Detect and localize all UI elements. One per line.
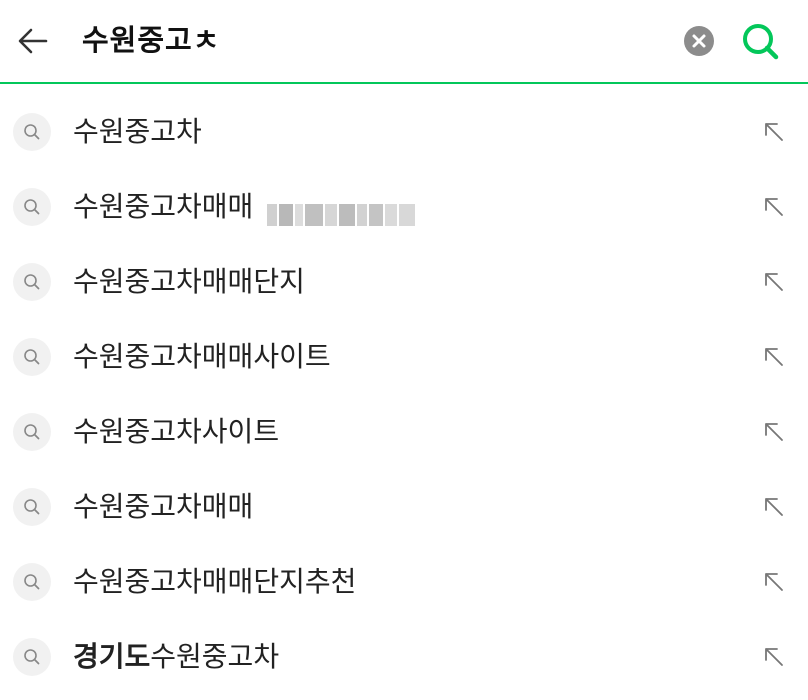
suggestion-item[interactable]: 수원중고차사이트 xyxy=(0,396,808,471)
search-header: 수원중고ㅊ xyxy=(0,0,808,84)
search-icon xyxy=(13,263,51,301)
search-icon xyxy=(13,188,51,226)
search-button[interactable] xyxy=(740,20,782,62)
search-icon xyxy=(13,563,51,601)
search-icon xyxy=(743,24,779,60)
search-icon xyxy=(13,413,51,451)
suggestion-item[interactable]: 수원중고차매매단지추천 xyxy=(0,546,808,621)
search-icon xyxy=(13,488,51,526)
suggestion-item[interactable]: 경기도수원중고차 xyxy=(0,621,808,696)
blurred-text xyxy=(267,192,427,226)
search-icon xyxy=(13,113,51,151)
search-icon xyxy=(13,338,51,376)
suggestion-list: 수원중고차 수원중고차매매 수원중고차매매단지 수원중고차매매사이트 수원중고차… xyxy=(0,96,808,696)
suggestion-item[interactable]: 수원중고차매매 xyxy=(0,171,808,246)
arrow-up-left-icon[interactable] xyxy=(760,418,788,446)
clear-button[interactable] xyxy=(684,26,714,56)
suggestion-label: 수원중고차매매단지추천 xyxy=(73,565,357,598)
arrow-up-left-icon[interactable] xyxy=(760,118,788,146)
suggestion-label: 경기도수원중고차 xyxy=(73,640,280,673)
arrow-up-left-icon[interactable] xyxy=(760,343,788,371)
arrow-up-left-icon[interactable] xyxy=(760,643,788,671)
suggestion-label: 수원중고차매매 xyxy=(73,490,254,523)
suggestion-label: 수원중고차사이트 xyxy=(73,415,280,448)
search-input[interactable]: 수원중고ㅊ xyxy=(82,16,220,64)
suggestion-label: 수원중고차 xyxy=(73,115,202,148)
suggestion-item[interactable]: 수원중고차매매단지 xyxy=(0,246,808,321)
search-icon xyxy=(13,638,51,676)
suggestion-item[interactable]: 수원중고차매매 xyxy=(0,471,808,546)
arrow-left-icon xyxy=(18,28,48,54)
suggestion-item[interactable]: 수원중고차매매사이트 xyxy=(0,321,808,396)
clear-circle-icon xyxy=(692,34,706,48)
arrow-up-left-icon[interactable] xyxy=(760,568,788,596)
arrow-up-left-icon[interactable] xyxy=(760,493,788,521)
arrow-up-left-icon[interactable] xyxy=(760,193,788,221)
back-button[interactable] xyxy=(14,22,52,60)
suggestion-label: 수원중고차매매 xyxy=(73,185,427,229)
suggestion-label: 수원중고차매매단지 xyxy=(73,265,305,298)
arrow-up-left-icon[interactable] xyxy=(760,268,788,296)
suggestion-item[interactable]: 수원중고차 xyxy=(0,96,808,171)
suggestion-label: 수원중고차매매사이트 xyxy=(73,340,331,373)
